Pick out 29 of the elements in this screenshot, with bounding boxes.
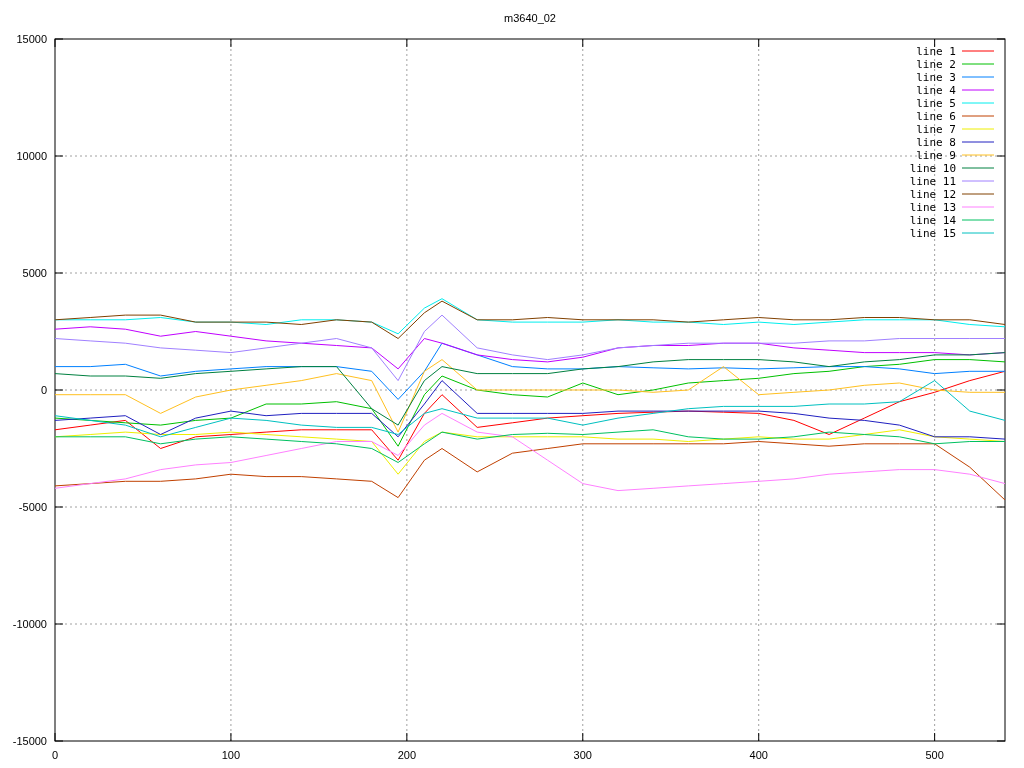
x-tick-label: 400 — [749, 749, 768, 761]
y-tick-label: 10000 — [16, 150, 47, 162]
legend-label: line 4 — [916, 84, 956, 97]
y-tick-label: -5000 — [18, 501, 47, 513]
legend-label: line 11 — [909, 175, 956, 188]
legend-label: line 5 — [916, 97, 956, 110]
y-tick-label: -15000 — [12, 735, 47, 747]
legend-label: line 3 — [916, 71, 956, 84]
x-tick-label: 500 — [925, 749, 944, 761]
y-tick-label: 15000 — [16, 33, 47, 45]
legend-label: line 7 — [916, 123, 956, 136]
legend-label: line 2 — [916, 58, 956, 71]
legend-label: line 10 — [909, 162, 956, 175]
x-tick-label: 0 — [51, 749, 59, 761]
x-tick-label: 200 — [397, 749, 417, 761]
chart-title: m3640_02 — [504, 12, 556, 24]
y-tick-label: -10000 — [12, 618, 47, 630]
legend-label: line 9 — [916, 149, 956, 162]
y-tick-label: 5000 — [22, 267, 47, 279]
x-tick-label: 100 — [221, 749, 241, 761]
x-tick-label: 300 — [573, 749, 592, 761]
legend-label: line 6 — [916, 110, 956, 123]
y-tick-label: 0 — [40, 384, 47, 396]
legend-label: line 15 — [909, 227, 956, 240]
legend-label: line 8 — [916, 136, 956, 149]
legend-label: line 12 — [909, 188, 956, 201]
legend-label: line 1 — [916, 45, 956, 58]
legend-label: line 13 — [909, 201, 956, 214]
legend-label: line 14 — [909, 214, 956, 227]
